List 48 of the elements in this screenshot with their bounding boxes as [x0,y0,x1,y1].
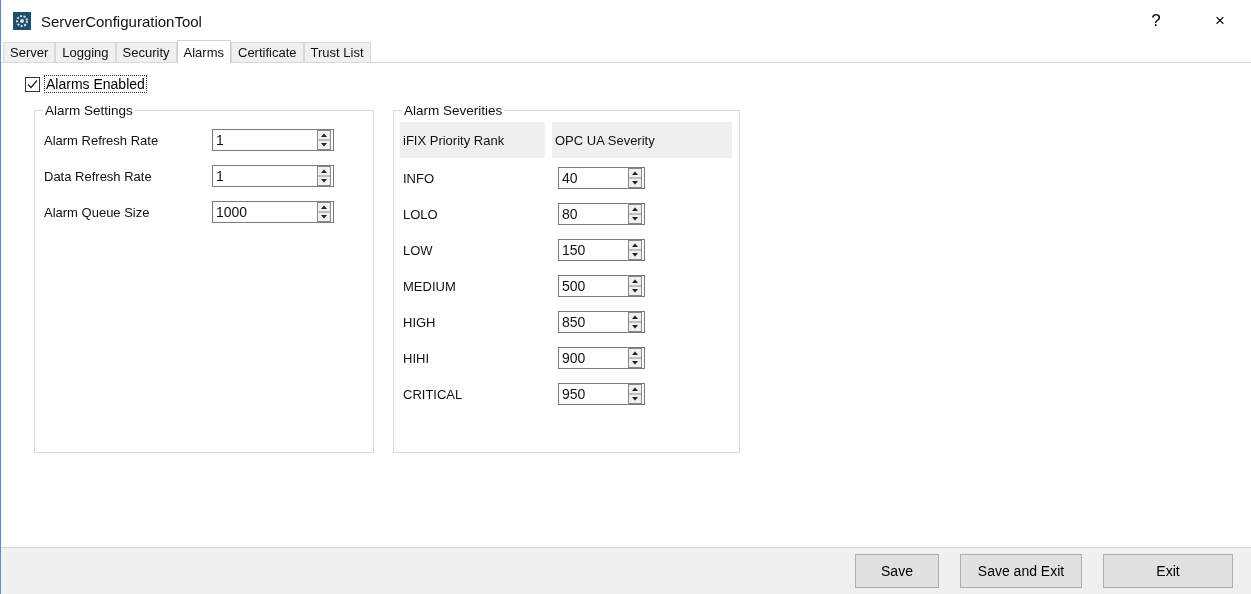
spin-arrows-icon[interactable] [628,168,642,188]
action-button[interactable]: Save [855,554,939,588]
tab[interactable]: Logging [55,42,116,62]
action-button[interactable]: Save and Exit [960,554,1082,588]
column-header: OPC UA Severity [552,122,732,158]
priority-rank: HIGH [402,314,437,330]
spin-arrows-icon[interactable] [628,276,642,296]
spin-arrows-icon[interactable] [628,384,642,404]
spin-arrows-icon[interactable] [317,202,331,222]
number-spinner[interactable]: 1000 [212,201,334,223]
tab[interactable]: Server [3,42,56,62]
column-header: iFIX Priority Rank [400,122,545,158]
priority-rank: HIHI [402,350,430,366]
group-title: Alarm Severities [403,103,504,118]
action-button[interactable]: Exit [1103,554,1233,588]
priority-rank: INFO [402,170,436,186]
spin-arrows-icon[interactable] [317,130,331,150]
spin-arrows-icon[interactable] [317,166,331,186]
tab[interactable]: Trust List [303,42,371,62]
number-spinner[interactable]: 40 [558,167,645,189]
spin-arrows-icon[interactable] [628,204,642,224]
spin-arrows-icon[interactable] [628,348,642,368]
number-spinner[interactable]: 850 [558,311,645,333]
number-spinner[interactable]: 1 [212,165,334,187]
number-spinner[interactable]: 1 [212,129,334,151]
spin-arrows-icon[interactable] [628,312,642,332]
number-spinner[interactable]: 950 [558,383,645,405]
number-spinner[interactable]: 900 [558,347,645,369]
number-spinner[interactable]: 500 [558,275,645,297]
number-spinner[interactable]: 80 [558,203,645,225]
priority-rank: CRITICAL [402,386,464,402]
tab[interactable]: Certificate [231,42,304,62]
priority-rank: LOLO [402,206,439,222]
close-button[interactable]: × [1197,11,1243,31]
gear-icon [13,12,31,30]
check-icon [27,78,38,90]
field-label: Alarm Queue Size [43,204,151,220]
number-spinner[interactable]: 150 [558,239,645,261]
tab[interactable]: Alarms [176,40,231,63]
group-title: Alarm Settings [44,103,134,118]
tab[interactable]: Security [115,42,177,62]
spin-arrows-icon[interactable] [628,240,642,260]
priority-rank: MEDIUM [402,278,457,294]
field-label: Data Refresh Rate [43,168,153,184]
help-button[interactable]: ? [1133,11,1179,31]
priority-rank: LOW [402,242,434,258]
window-title: ServerConfigurationTool [41,12,203,30]
field-label: Alarm Refresh Rate [43,132,160,148]
